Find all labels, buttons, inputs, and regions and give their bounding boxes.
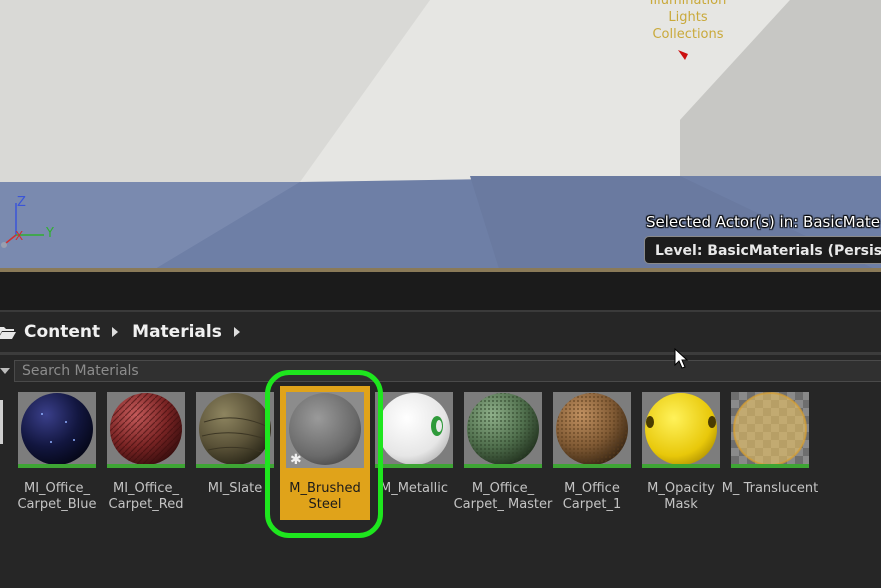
asset-label: M_Office_ Carpet_ Master — [453, 481, 553, 512]
overlay-line: Illumination — [649, 0, 727, 8]
chevron-right-icon[interactable] — [112, 327, 119, 337]
current-level-box: Level: BasicMaterials (Persistent — [644, 236, 881, 264]
asset-label: M_ Translucent — [721, 481, 819, 496]
divider — [0, 352, 881, 355]
light-marker-icon — [678, 50, 688, 60]
breadcrumb: Content Materials — [0, 312, 881, 352]
filter-dropdown-icon[interactable] — [0, 368, 10, 374]
axis-z-label: Z — [17, 195, 26, 210]
search-input[interactable]: Search Materials — [14, 360, 881, 382]
asset-thumbnail — [107, 392, 185, 468]
asset-thumbnail — [731, 392, 809, 468]
viewport-stat-overlay: Illumination Lights Collections — [588, 0, 788, 43]
axis-gizmo: Z X Y — [0, 195, 70, 255]
asset-thumbnail — [18, 392, 96, 468]
breadcrumb-content[interactable]: Content — [24, 322, 100, 342]
panel-divider — [0, 272, 881, 310]
overlay-line: Lights — [668, 10, 708, 25]
asset-thumbnail — [375, 392, 453, 468]
asset-thumbnail — [553, 392, 631, 468]
asset-label: MI_Office_ Carpet_Blue — [17, 481, 97, 512]
chevron-right-icon[interactable] — [233, 327, 240, 337]
asset-thumbnail — [464, 392, 542, 468]
asset-label: M_Opacity Mask — [647, 481, 715, 512]
axis-x-label: X — [15, 229, 24, 243]
highlight-ring — [265, 370, 383, 538]
level-viewport[interactable]: Illumination Lights Collections Z X Y Se… — [0, 0, 881, 272]
asset-thumbnail — [196, 392, 274, 468]
asset-label: M_Office Carpet_1 — [562, 481, 622, 512]
overlay-line: Collections — [652, 27, 724, 42]
selected-actor-label: Selected Actor(s) in: BasicMate — [646, 213, 881, 231]
axis-y-label: Y — [46, 226, 54, 241]
folder-open-icon[interactable] — [0, 325, 16, 339]
asset-thumbnail — [642, 392, 720, 468]
breadcrumb-materials[interactable]: Materials — [132, 322, 222, 342]
asset-tile-partial — [0, 400, 3, 444]
mouse-cursor-icon — [674, 348, 689, 369]
asset-label: MI_Office_ Carpet_Red — [108, 481, 184, 512]
